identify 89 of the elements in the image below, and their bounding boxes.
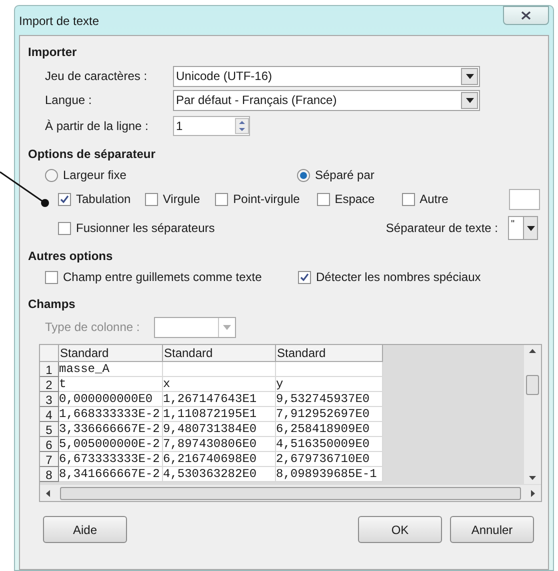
checkbox-label: Tabulation (76, 191, 131, 208)
row-number: 1 (40, 362, 59, 377)
row-number: 5 (40, 422, 59, 437)
table-cell: 7,897430806E0 (163, 437, 276, 452)
leader-line (0, 170, 52, 210)
checkbox[interactable] (316, 192, 330, 206)
field-label: À partir de la ligne : (45, 118, 150, 135)
table-cell: 9,532745937E0 (276, 392, 383, 407)
checkbox[interactable] (45, 270, 58, 284)
dropdown-field[interactable]: Unicode (UTF-16) (173, 66, 480, 86)
column-header[interactable]: Standard (59, 345, 163, 362)
checkbox-label: Autre (420, 191, 448, 208)
section-heading: Autres options (28, 248, 114, 265)
row-number: 7 (40, 452, 59, 467)
checkbox-label: Espace (334, 191, 375, 208)
table-cell: 6,673333333E-2 (59, 452, 163, 467)
checkmark-icon (60, 194, 69, 204)
checkbox[interactable] (58, 222, 71, 234)
table-cell: 8,098939685E-1 (276, 467, 383, 482)
column-header[interactable]: Standard (163, 345, 276, 362)
dropdown-caret-icon (223, 324, 231, 330)
vertical-scrollbar[interactable] (524, 345, 541, 484)
section-heading: Options de séparateur (28, 146, 156, 163)
checkbox[interactable] (215, 192, 228, 206)
checkbox-label: Champ entre guillemets comme texte (63, 269, 262, 286)
ok-button[interactable]: OK (358, 516, 442, 543)
table-cell: 1,110872195E1 (163, 407, 276, 422)
window-title: Import de texte (19, 13, 100, 30)
checkbox[interactable] (402, 192, 415, 206)
row-number: 8 (40, 467, 59, 482)
checkbox-label: Point-virgule (233, 191, 300, 208)
text-separator-label: Séparateur de texte : (386, 220, 498, 237)
table-cell: 5,005000000E-2 (59, 437, 163, 452)
checkbox[interactable] (58, 192, 71, 206)
table-cell: 8,341666667E-2 (59, 467, 163, 482)
table-cell: masse_A (59, 362, 163, 377)
scroll-down-icon[interactable] (529, 476, 536, 480)
dropdown-caret-icon (466, 98, 474, 102)
spin-arrows-icon (235, 118, 249, 134)
checkbox[interactable] (144, 192, 158, 206)
table-cell: 6,216740698E0 (163, 452, 276, 467)
table-cell: 3,336666667E-2 (59, 422, 163, 437)
checkbox-label: Virgule (162, 191, 200, 208)
radio-button[interactable] (45, 168, 58, 182)
section-heading: Importer (28, 44, 78, 61)
table-cell: 4,516350009E0 (276, 437, 383, 452)
table-cell: 1,668333333E-2 (59, 407, 163, 422)
dropdown-caret-icon (466, 74, 474, 78)
table-cell: 4,530363282E0 (163, 467, 276, 482)
column-header[interactable]: Standard (276, 345, 383, 362)
row-number: 6 (40, 437, 59, 452)
table-cell: 2,679736710E0 (276, 452, 383, 467)
section-heading: Champs (28, 296, 76, 313)
checkbox[interactable] (298, 270, 311, 284)
radio-label: Séparé par (315, 167, 374, 184)
horizontal-scrollbar[interactable] (40, 484, 541, 501)
close-icon (521, 11, 531, 20)
field-label: Jeu de caractères : (45, 68, 148, 85)
scroll-up-icon[interactable] (529, 349, 536, 353)
row-number: 2 (40, 377, 59, 392)
dropdown-field[interactable]: Par défaut - Français (France) (173, 90, 480, 110)
scrollbar-thumb[interactable] (60, 486, 521, 500)
scroll-right-icon[interactable] (531, 490, 535, 496)
radio-button[interactable] (297, 168, 310, 182)
row-number: 3 (40, 392, 59, 407)
scrollbar-thumb[interactable] (526, 374, 539, 394)
dropdown-caret-icon (526, 226, 534, 230)
table-cell: 0,000000000E0 (59, 392, 163, 407)
field-label: Langue : (45, 92, 93, 109)
cancel-button[interactable]: Annuler (450, 516, 534, 543)
checkmark-icon (300, 272, 309, 282)
other-separator-field[interactable] (508, 188, 540, 210)
table-cell: t (59, 377, 163, 392)
checkbox-label: Détecter les nombres spéciaux (316, 269, 481, 286)
help-button[interactable]: Aide (43, 516, 127, 543)
table-cell: y (276, 377, 383, 392)
table-cell: 7,912952697E0 (276, 407, 383, 422)
column-type-label: Type de colonne : (45, 319, 141, 336)
scroll-left-icon[interactable] (46, 490, 50, 496)
table-cell: 9,480731384E0 (163, 422, 276, 437)
radio-label: Largeur fixe (63, 167, 126, 184)
table-cell: 1,267147643E1 (163, 392, 276, 407)
close-button[interactable] (503, 6, 549, 25)
text-separator-dropdown[interactable]: " (508, 216, 538, 240)
row-number: 4 (40, 407, 59, 422)
table-cell: x (163, 377, 276, 392)
checkbox-label: Fusionner les séparateurs (76, 220, 215, 237)
spin-field[interactable]: 1 (173, 116, 250, 136)
table-cell: 6,258418909E0 (276, 422, 383, 437)
